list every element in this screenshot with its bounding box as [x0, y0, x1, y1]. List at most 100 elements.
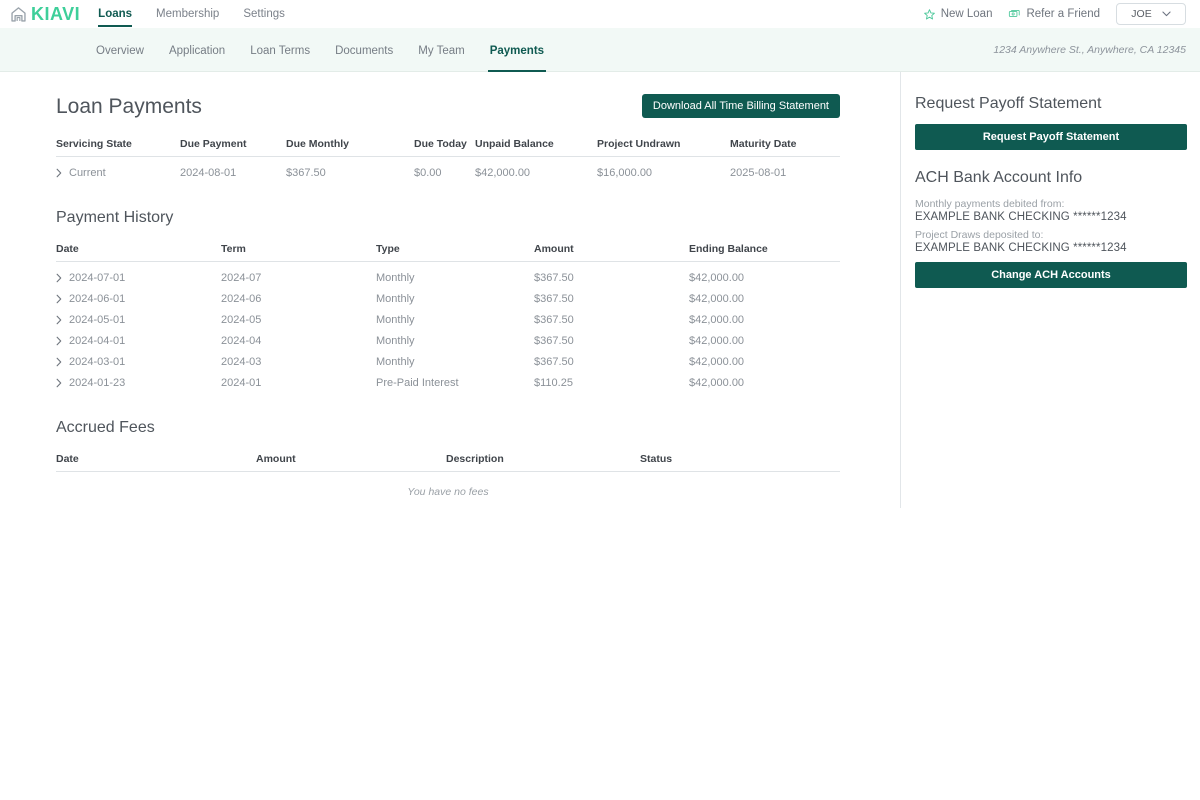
col-fee-status: Status: [640, 453, 840, 473]
payment-date-value: 2024-05-01: [69, 314, 126, 327]
page-title-row: Loan Payments Download All Time Billing …: [56, 94, 840, 119]
tab-my-team[interactable]: My Team: [418, 45, 464, 72]
cell-term: 2024-04: [221, 335, 262, 348]
table-row[interactable]: 2024-06-01 2024-06 Monthly $367.50 $42,000.0…: [56, 284, 840, 305]
user-menu-button[interactable]: JOE: [1116, 3, 1186, 25]
tab-payments[interactable]: Payments: [487, 45, 547, 72]
cell-amount: $367.50: [534, 272, 574, 285]
money-icon: [1009, 9, 1021, 17]
cell-type: Monthly: [376, 272, 415, 285]
page-title: Loan Payments: [56, 94, 202, 118]
nav-item-settings[interactable]: Settings: [243, 0, 285, 28]
cell-due-monthly: $367.50: [286, 167, 326, 180]
chevron-right-icon[interactable]: [56, 273, 62, 283]
cell-servicing-state: Current: [56, 157, 180, 180]
cell-type: Monthly: [376, 335, 415, 348]
cell-date: 2024-05-01: [56, 305, 221, 326]
refer-a-friend-button[interactable]: Refer a Friend: [1008, 8, 1100, 21]
loan-summary-row[interactable]: Current 2024-08-01 $367.50 $0.00 $42,000…: [56, 157, 840, 180]
new-loan-label: New Loan: [940, 8, 993, 20]
col-type: Type: [376, 243, 534, 263]
cell-date: 2024-07-01: [56, 262, 221, 284]
house-icon: [11, 6, 26, 22]
table-row[interactable]: 2024-01-23 2024-01 Pre-Paid Interest $110.2…: [56, 368, 840, 389]
request-payoff-statement-button[interactable]: Request Payoff Statement: [915, 124, 1187, 151]
payment-date-value: 2024-01-23: [69, 377, 126, 390]
ach-debit-label: Monthly payments debited from:: [915, 198, 1065, 211]
cell-type: Monthly: [376, 314, 415, 327]
top-bar: KIAVI Loans Membership Settings New Loan…: [0, 0, 1200, 28]
accrued-fees-empty-message: You have no fees: [407, 486, 489, 499]
accrued-fees-table: Date Amount Description Status: [56, 453, 840, 473]
ach-deposit-label: Project Draws deposited to:: [915, 229, 1044, 242]
cell-due-payment: 2024-08-01: [180, 167, 237, 180]
chevron-right-icon[interactable]: [56, 357, 62, 367]
chevron-down-icon: [1162, 11, 1171, 17]
col-due-payment: Due Payment: [180, 138, 286, 158]
star-icon: [923, 8, 935, 19]
cell-ending-balance: $42,000.00: [689, 272, 745, 285]
chevron-right-icon[interactable]: [56, 378, 62, 388]
ach-details: Monthly payments debited from: EXAMPLE B…: [915, 198, 1186, 254]
cell-term: 2024-07: [221, 272, 262, 285]
chevron-right-icon[interactable]: [56, 168, 62, 178]
cell-date: 2024-03-01: [56, 347, 221, 368]
user-name-label: JOE: [1131, 8, 1152, 20]
table-row[interactable]: 2024-04-01 2024-04 Monthly $367.50 $42,000.0…: [56, 326, 840, 347]
cell-date: 2024-04-01: [56, 326, 221, 347]
tab-overview[interactable]: Overview: [96, 45, 144, 72]
cell-amount: $367.50: [534, 314, 574, 327]
chevron-right-icon[interactable]: [56, 315, 62, 325]
change-ach-accounts-button[interactable]: Change ACH Accounts: [915, 262, 1187, 289]
tab-loan-terms[interactable]: Loan Terms: [250, 45, 310, 72]
main-content: Loan Payments Download All Time Billing …: [0, 72, 900, 498]
table-row[interactable]: 2024-03-01 2024-03 Monthly $367.50 $42,000.0…: [56, 347, 840, 368]
loan-summary-table: Servicing State Due Payment Due Monthly …: [56, 138, 840, 179]
cell-ending-balance: $42,000.00: [689, 314, 745, 327]
col-date: Date: [56, 243, 221, 263]
col-fee-description: Description: [446, 453, 640, 473]
accrued-fees-header-row: Date Amount Description Status: [56, 453, 840, 473]
new-loan-button[interactable]: New Loan: [923, 8, 993, 21]
primary-nav: Loans Membership Settings: [98, 0, 285, 28]
sidebar: Request Payoff Statement Request Payoff …: [900, 72, 1200, 508]
col-maturity-date: Maturity Date: [730, 138, 840, 158]
cell-term: 2024-03: [221, 356, 262, 369]
cell-ending-balance: $42,000.00: [689, 335, 745, 348]
nav-item-loans[interactable]: Loans: [98, 0, 132, 28]
col-term: Term: [221, 243, 376, 263]
property-address: 1234 Anywhere St., Anywhere, CA 12345: [993, 43, 1186, 56]
servicing-state-value: Current: [69, 167, 106, 180]
col-unpaid-balance: Unpaid Balance: [475, 138, 597, 158]
ach-bank-info-title: ACH Bank Account Info: [915, 169, 1083, 187]
page-body: Loan Payments Download All Time Billing …: [0, 72, 1200, 508]
nav-item-membership[interactable]: Membership: [156, 0, 219, 28]
cell-amount: $110.25: [534, 377, 573, 390]
col-project-undrawn: Project Undrawn: [597, 138, 730, 158]
cell-term: 2024-01: [221, 377, 262, 390]
cell-amount: $367.50: [534, 356, 574, 369]
payment-history-table: Date Term Type Amount Ending Balance 202…: [56, 243, 840, 389]
secondary-nav-items: Overview Application Loan Terms Document…: [96, 28, 547, 72]
cell-type: Monthly: [376, 356, 415, 369]
tab-documents[interactable]: Documents: [335, 45, 393, 72]
request-payoff-title: Request Payoff Statement: [915, 95, 1102, 112]
tab-application[interactable]: Application: [169, 45, 225, 72]
col-amount: Amount: [534, 243, 689, 263]
table-row[interactable]: 2024-07-01 2024-07 Monthly $367.50 $42,000.0…: [56, 262, 840, 285]
ach-debit-value: EXAMPLE BANK CHECKING ******1234: [915, 211, 1127, 224]
kiavi-logo[interactable]: KIAVI: [10, 5, 80, 23]
cell-due-today: $0.00: [414, 167, 442, 180]
cell-term: 2024-06: [221, 293, 262, 306]
payment-history-title: Payment History: [56, 209, 174, 227]
payment-date-value: 2024-04-01: [69, 335, 126, 348]
cell-date: 2024-01-23: [56, 368, 221, 389]
cell-amount: $367.50: [534, 335, 574, 348]
top-bar-actions: New Loan Refer a Friend JOE: [923, 3, 1186, 25]
chevron-right-icon[interactable]: [56, 336, 62, 346]
download-billing-statement-button[interactable]: Download All Time Billing Statement: [641, 94, 840, 119]
table-row[interactable]: 2024-05-01 2024-05 Monthly $367.50 $42,000.0…: [56, 305, 840, 326]
chevron-right-icon[interactable]: [56, 294, 62, 304]
cell-date: 2024-06-01: [56, 284, 221, 305]
ach-deposit-value: EXAMPLE BANK CHECKING ******1234: [915, 242, 1127, 255]
